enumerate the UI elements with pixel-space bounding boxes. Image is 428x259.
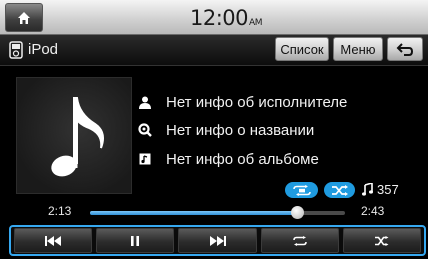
skip-previous-icon bbox=[45, 235, 62, 246]
shuffle-mode-indicator bbox=[324, 182, 355, 198]
artist-row: Нет инфо об исполнителе bbox=[137, 91, 347, 113]
previous-button[interactable] bbox=[14, 228, 93, 253]
ipod-icon bbox=[9, 41, 23, 59]
clock: 12:00AM bbox=[190, 6, 262, 30]
skip-next-icon bbox=[209, 235, 226, 246]
music-note-icon bbox=[362, 183, 373, 196]
back-button[interactable] bbox=[387, 37, 423, 61]
shuffle-mode-icon bbox=[331, 184, 348, 196]
total-time: 2:43 bbox=[361, 204, 385, 218]
person-icon bbox=[137, 94, 153, 110]
next-button[interactable] bbox=[178, 228, 257, 253]
repeat-button[interactable] bbox=[260, 228, 339, 253]
album-row: Нет инфо об альбоме bbox=[137, 148, 319, 170]
repeat-icon bbox=[292, 235, 307, 246]
album-icon bbox=[137, 151, 153, 167]
elapsed-time: 2:13 bbox=[48, 204, 72, 218]
title-bar: iPod Список Меню bbox=[0, 35, 428, 66]
title-text: Нет инфо о названии bbox=[166, 121, 315, 139]
home-button[interactable] bbox=[5, 3, 43, 32]
track-count-value: 357 bbox=[377, 182, 399, 197]
back-arrow-icon bbox=[396, 43, 414, 56]
search-title-icon bbox=[137, 122, 153, 138]
title-row: Нет инфо о названии bbox=[137, 119, 314, 141]
shuffle-icon bbox=[374, 235, 389, 246]
music-note-icon bbox=[51, 97, 104, 177]
artist-text: Нет инфо об исполнителе bbox=[166, 93, 348, 111]
album-text: Нет инфо об альбоме bbox=[166, 150, 319, 168]
progress-knob[interactable] bbox=[290, 206, 304, 219]
source-label: iPod bbox=[28, 41, 59, 58]
pause-icon bbox=[131, 235, 140, 246]
album-art bbox=[16, 77, 132, 194]
status-bar: 12:00AM bbox=[0, 0, 428, 35]
track-count: 357 bbox=[362, 182, 399, 197]
progress-fill bbox=[90, 211, 297, 215]
menu-button[interactable]: Меню bbox=[333, 37, 383, 61]
repeat-mode-icon bbox=[292, 184, 311, 196]
clock-ampm: AM bbox=[249, 18, 262, 28]
progress-bar[interactable] bbox=[90, 206, 345, 219]
repeat-mode-indicator bbox=[285, 182, 318, 198]
list-button[interactable]: Список bbox=[275, 37, 329, 61]
playback-controls bbox=[9, 225, 426, 256]
shuffle-button[interactable] bbox=[342, 228, 422, 253]
pause-button[interactable] bbox=[96, 228, 175, 253]
home-icon bbox=[18, 11, 30, 24]
clock-time: 12:00 bbox=[190, 6, 249, 30]
